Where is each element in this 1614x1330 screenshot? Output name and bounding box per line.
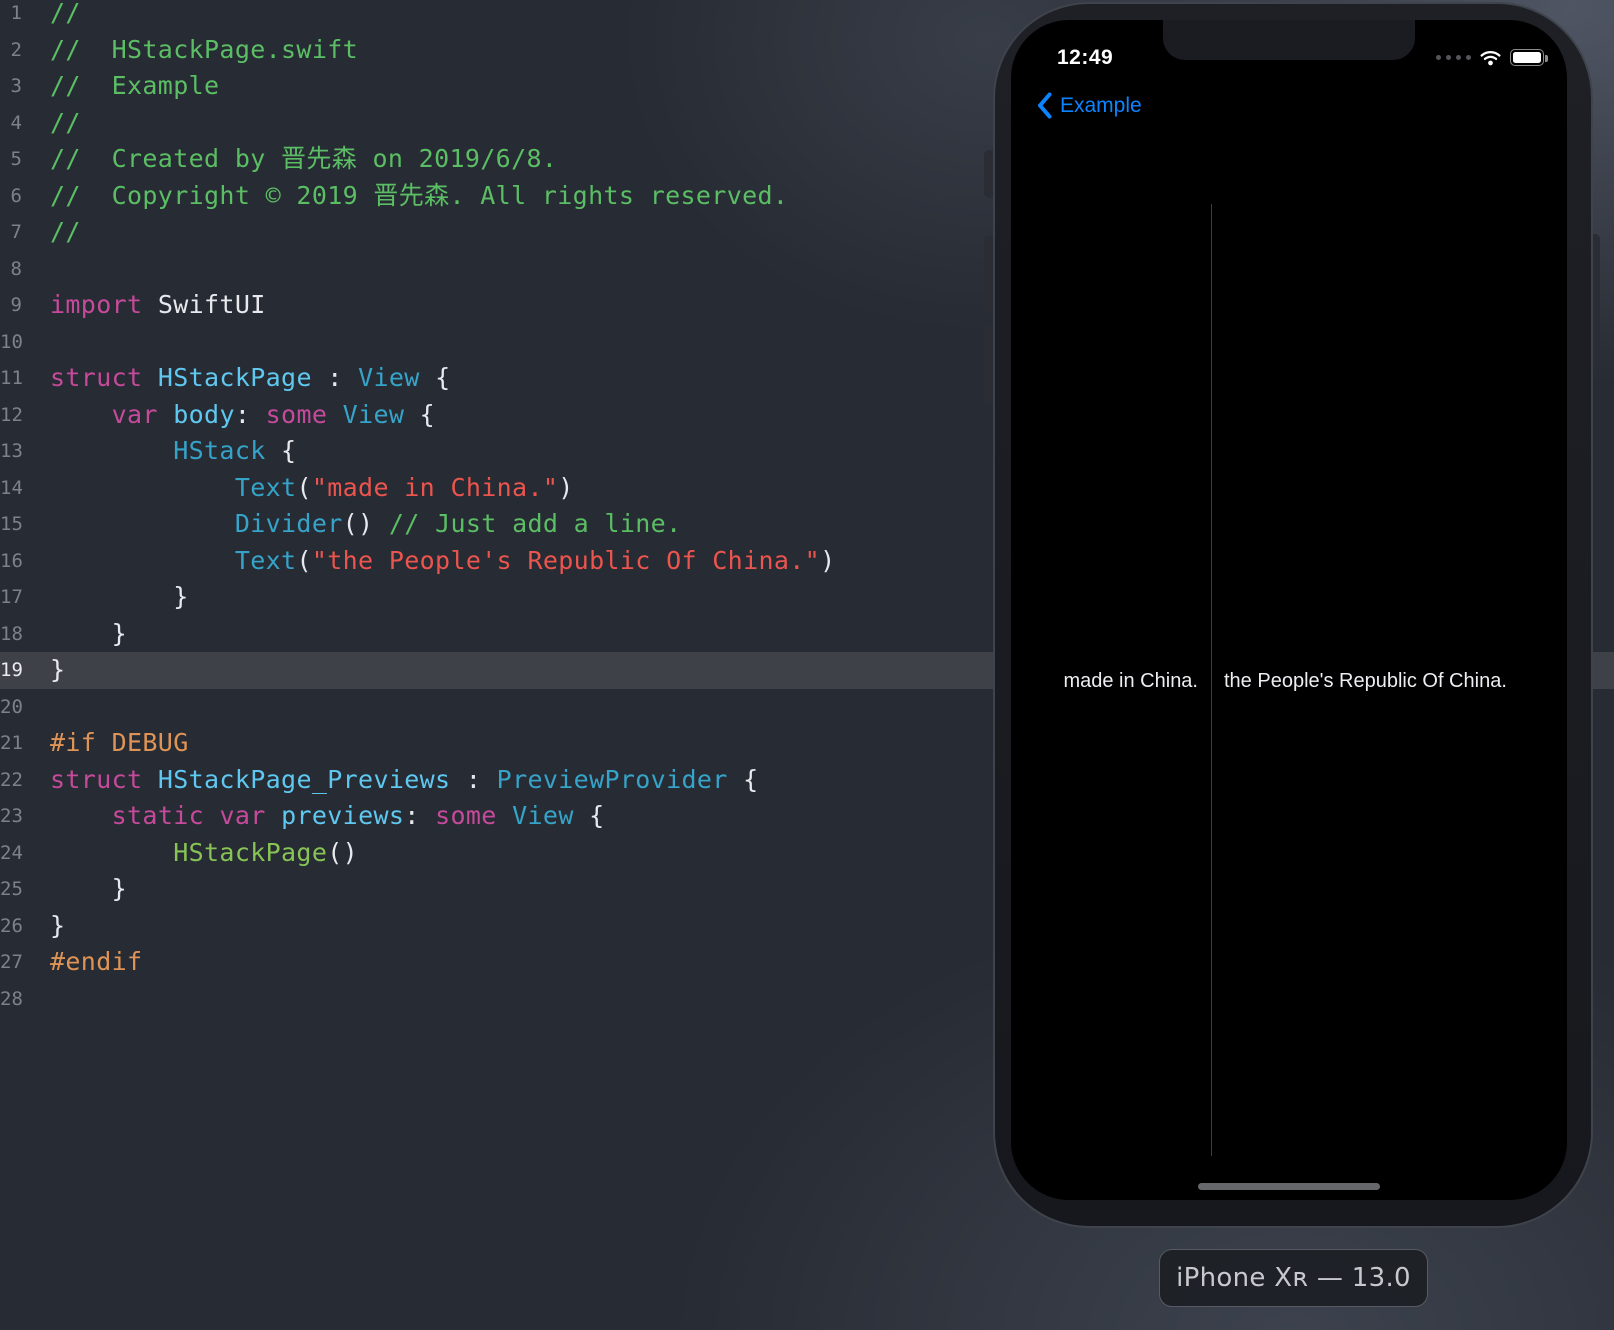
line-number: 19	[0, 652, 22, 689]
wifi-icon	[1479, 49, 1502, 66]
line-number: 3	[0, 68, 22, 105]
line-number: 5	[0, 141, 22, 178]
notch	[1163, 20, 1415, 60]
line-number: 21	[0, 725, 22, 762]
line-number: 25	[0, 871, 22, 908]
line-number: 1	[0, 0, 22, 32]
device-label-text: iPhone Xʀ — 13.0	[1176, 1263, 1411, 1293]
line-number: 17	[0, 579, 22, 616]
line-number: 22	[0, 762, 22, 799]
line-number: 23	[0, 798, 22, 835]
home-indicator[interactable]	[1198, 1183, 1380, 1190]
hstack-left-text: made in China.	[1063, 668, 1198, 694]
line-number: 15	[0, 506, 22, 543]
line-number: 14	[0, 470, 22, 507]
line-number: 7	[0, 214, 22, 251]
line-number: 27	[0, 944, 22, 981]
hstack-right-text: the People's Republic Of China.	[1224, 668, 1507, 694]
line-number: 9	[0, 287, 22, 324]
line-number: 13	[0, 433, 22, 470]
device-label: iPhone Xʀ — 13.0	[1159, 1249, 1428, 1307]
back-button-label: Example	[1060, 94, 1142, 118]
back-button[interactable]: Example	[1037, 92, 1142, 119]
battery-icon	[1510, 49, 1544, 66]
xcode-swiftui-preview-window: { "colors": { "plain": "#E7E9EE", "comme…	[0, 0, 1614, 1330]
line-number: 18	[0, 616, 22, 653]
line-number: 16	[0, 543, 22, 580]
line-number: 12	[0, 397, 22, 434]
line-number: 24	[0, 835, 22, 872]
cellular-dots-icon	[1436, 55, 1471, 60]
line-number: 8	[0, 251, 22, 288]
status-bar-time: 12:49	[1057, 46, 1113, 70]
line-number: 28	[0, 981, 22, 1018]
chevron-left-icon	[1037, 92, 1052, 119]
hstack-divider	[1211, 204, 1212, 1156]
line-number: 2	[0, 32, 22, 69]
line-number: 4	[0, 105, 22, 142]
iphone-screen: 12:49 Example	[1011, 20, 1567, 1200]
line-number: 11	[0, 360, 22, 397]
line-number: 20	[0, 689, 22, 726]
iphone-simulator: 12:49 Example	[993, 2, 1593, 1228]
line-number: 6	[0, 178, 22, 215]
line-number: 26	[0, 908, 22, 945]
line-number: 10	[0, 324, 22, 361]
status-bar-icons	[1436, 49, 1544, 66]
